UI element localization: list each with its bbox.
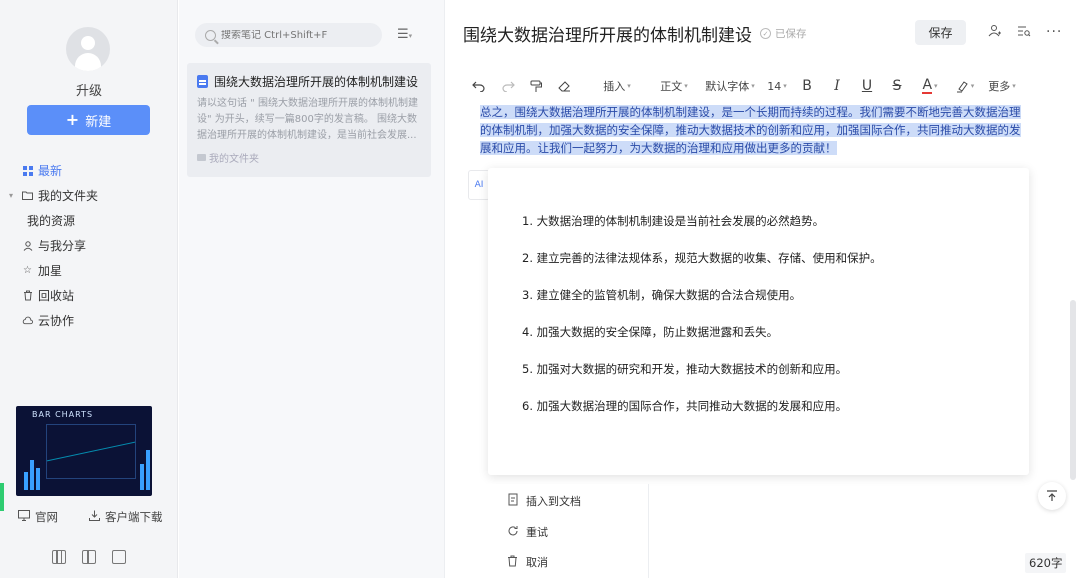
sidebar-nav: 最新 ▾ 我的文件夹 我的资源 与我分享 ☆ 加星 回收站 云协作 <box>0 158 178 333</box>
list-item: 4. 加强大数据的安全保障，防止数据泄露和丢失。 <box>522 325 779 339</box>
upgrade-link[interactable]: 升级 <box>0 80 178 99</box>
list-item: 2. 建立完善的法律法规体系，规范大数据的收集、存储、使用和保护。 <box>522 251 882 265</box>
eraser-icon[interactable] <box>550 76 578 96</box>
sidebar-item-label: 与我分享 <box>38 239 87 253</box>
format-toolbar: 插入 ▾ 正文 ▾ 默认字体 ▾ 14 ▾ B I U S A ▾ ▾ 更多 ▾ <box>468 76 1022 96</box>
ai-result-list: 1. 大数据治理的体制机制建设是当前社会发展的必然趋势。 2. 建立完善的法律法… <box>522 211 1029 433</box>
folder-icon <box>197 154 206 161</box>
sort-menu-icon[interactable]: ☰▾ <box>397 27 412 42</box>
sidebar-item-label: 我的文件夹 <box>38 189 99 203</box>
highlight-color-button[interactable]: ▾ <box>948 76 982 96</box>
plus-icon: + <box>65 110 80 129</box>
star-icon: ☆ <box>23 265 32 276</box>
single-column-layout-icon[interactable] <box>112 550 126 564</box>
ai-action-menu: 插入到文档 重试 取消 <box>488 484 649 578</box>
save-status: ✓ 已保存 <box>760 26 807 41</box>
bold-button[interactable]: B <box>792 76 822 96</box>
official-site-link[interactable]: 官网 <box>18 509 58 525</box>
search-input[interactable] <box>221 29 371 41</box>
note-snippet: 请以这句话 " 围绕大数据治理所开展的体制机制建设" 为开头，续写一篇800字的… <box>197 98 418 141</box>
new-note-label: 新建 <box>85 114 112 130</box>
editor-panel: 围绕大数据治理所开展的体制机制建设 ✓ 已保存 保存 ··· 插入 ▾ 正文 ▾ 默… <box>446 0 1080 578</box>
refresh-icon <box>506 525 519 540</box>
list-item: 3. 建立健全的监管机制，确保大数据的合法合规使用。 <box>522 288 802 302</box>
more-tools-menu[interactable]: 更多 ▾ <box>982 76 1022 96</box>
underline-button[interactable]: U <box>852 76 882 96</box>
sidebar-item-label: 我的资源 <box>27 214 76 228</box>
promo-title: BAR CHARTS <box>32 410 94 419</box>
list-item: 6. 加强大数据治理的国际合作，共同推动大数据的发展和应用。 <box>522 399 848 413</box>
outline-search-icon[interactable] <box>1017 24 1031 42</box>
sidebar-item-label: 最新 <box>38 164 63 178</box>
note-list-panel: ☰▾ 围绕大数据治理所开展的体制机制建设 请以这句话 " 围绕大数据治理所开展的… <box>179 0 445 578</box>
new-note-button[interactable]: + 新建 <box>27 105 150 135</box>
insert-to-document-button[interactable]: 插入到文档 <box>506 493 581 509</box>
grid-icon <box>22 165 33 176</box>
chevron-down-icon[interactable]: ▾ <box>9 191 13 200</box>
two-column-layout-icon[interactable] <box>82 550 96 564</box>
paragraph-style-select[interactable]: 正文 ▾ <box>652 76 696 96</box>
sidebar-item-shared[interactable]: 与我分享 <box>0 233 178 258</box>
search-box[interactable] <box>195 23 382 47</box>
save-button[interactable]: 保存 <box>915 20 966 45</box>
ai-result-panel: 1. 大数据治理的体制机制建设是当前社会发展的必然趋势。 2. 建立完善的法律法… <box>488 168 1029 475</box>
document-icon <box>197 75 208 88</box>
arrow-up-icon <box>1047 490 1057 501</box>
more-icon[interactable]: ··· <box>1046 24 1062 42</box>
insert-document-icon <box>506 493 519 509</box>
download-icon <box>89 510 100 524</box>
format-painter-icon[interactable] <box>522 76 550 96</box>
layout-switcher <box>52 550 126 564</box>
font-size-select[interactable]: 14 ▾ <box>762 76 792 96</box>
redo-icon[interactable] <box>494 76 522 96</box>
sidebar-item-my-resources[interactable]: 我的资源 <box>0 208 178 233</box>
sidebar-item-latest[interactable]: 最新 <box>0 158 178 183</box>
sidebar-item-trash[interactable]: 回收站 <box>0 283 178 308</box>
insert-menu[interactable]: 插入 ▾ <box>588 76 646 96</box>
trash-icon <box>22 290 33 301</box>
header-actions: ··· <box>988 24 1062 42</box>
cancel-button[interactable]: 取消 <box>506 554 548 570</box>
folder-icon <box>22 190 33 201</box>
note-card[interactable]: 围绕大数据治理所开展的体制机制建设 请以这句话 " 围绕大数据治理所开展的体制机… <box>187 63 431 177</box>
promo-banner[interactable]: BAR CHARTS <box>16 406 152 496</box>
retry-button[interactable]: 重试 <box>506 524 548 540</box>
sidebar-item-my-folders[interactable]: ▾ 我的文件夹 <box>0 183 178 208</box>
client-download-link[interactable]: 客户端下载 <box>89 509 163 525</box>
list-item: 5. 加强对大数据的研究和开发，推动大数据技术的创新和应用。 <box>522 362 848 376</box>
left-sidebar: 升级 + 新建 最新 ▾ 我的文件夹 我的资源 与我分享 ☆ 加星 回收站 云协… <box>0 0 178 578</box>
share-user-icon[interactable] <box>988 24 1002 42</box>
sidebar-item-label: 加星 <box>38 264 63 278</box>
cloud-icon <box>22 315 33 326</box>
feedback-tab[interactable] <box>0 483 4 511</box>
avatar[interactable] <box>66 27 110 71</box>
document-title[interactable]: 围绕大数据治理所开展的体制机制建设 <box>463 21 752 46</box>
font-color-button[interactable]: A ▾ <box>912 76 948 96</box>
user-icon <box>22 240 33 251</box>
sidebar-item-label: 云协作 <box>38 314 75 328</box>
back-to-top-button[interactable] <box>1038 482 1066 510</box>
sidebar-item-starred[interactable]: ☆ 加星 <box>0 258 178 283</box>
font-family-select[interactable]: 默认字体 ▾ <box>700 76 760 96</box>
word-count: 620字 <box>1025 553 1067 573</box>
trash-icon <box>506 555 519 570</box>
sidebar-item-label: 回收站 <box>38 289 75 303</box>
sidebar-item-cloud[interactable]: 云协作 <box>0 308 178 333</box>
search-icon <box>205 29 216 41</box>
undo-icon[interactable] <box>468 76 488 96</box>
selected-paragraph[interactable]: 总之，围绕大数据治理所开展的体制机制建设，是一个长期而持续的过程。我们需要不断地… <box>480 103 1030 157</box>
italic-button[interactable]: I <box>822 76 852 96</box>
strikethrough-button[interactable]: S <box>882 76 912 96</box>
note-title: 围绕大数据治理所开展的体制机制建设 <box>214 75 419 89</box>
three-column-layout-icon[interactable] <box>52 550 66 564</box>
ai-assistant-icon[interactable]: AI <box>468 170 490 200</box>
check-icon: ✓ <box>760 28 771 39</box>
monitor-icon <box>18 510 30 524</box>
note-folder: 我的文件夹 <box>209 154 259 165</box>
editor-scrollbar[interactable] <box>1070 300 1076 480</box>
list-item: 1. 大数据治理的体制机制建设是当前社会发展的必然趋势。 <box>522 214 825 228</box>
